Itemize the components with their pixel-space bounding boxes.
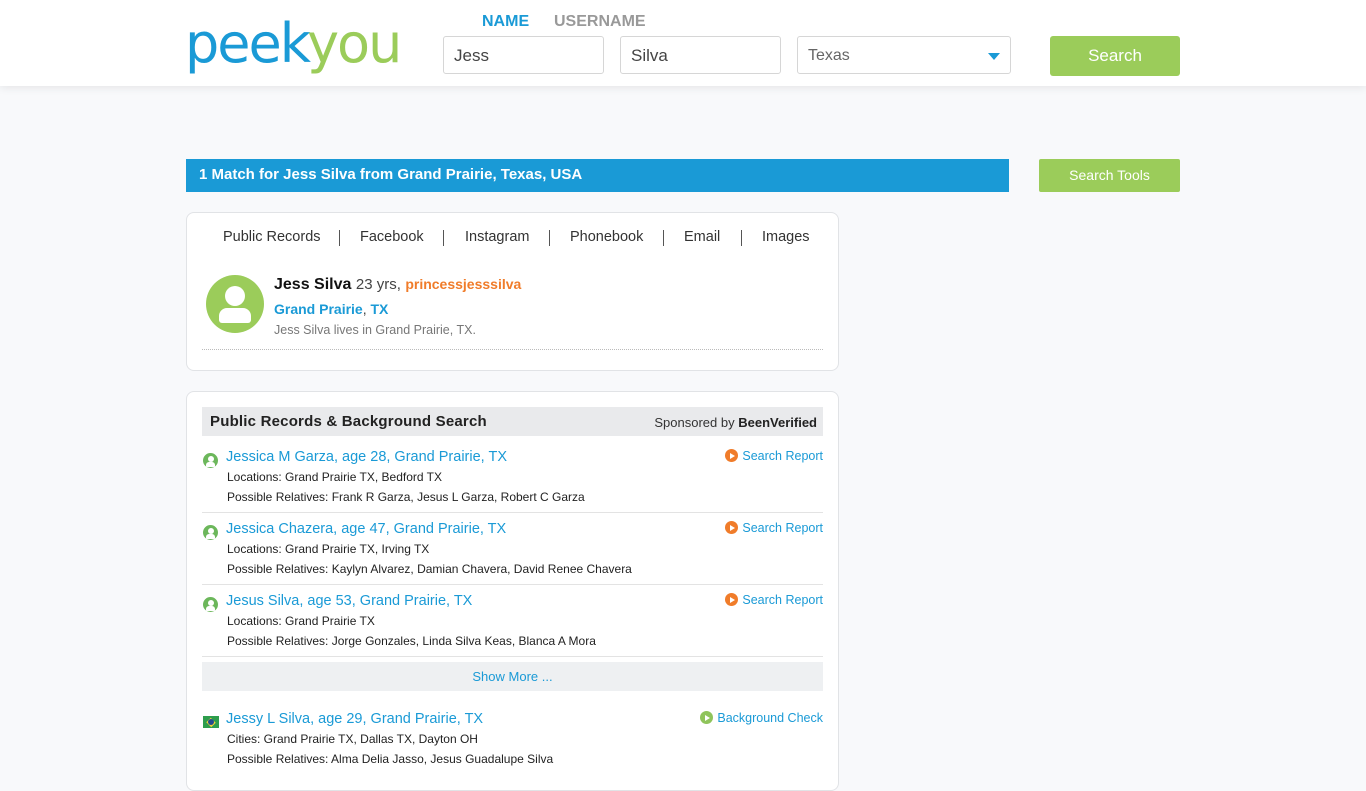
profile-city[interactable]: Grand Prairie xyxy=(274,301,363,317)
record-title[interactable]: Jessica Chazera, age 47, Grand Prairie, … xyxy=(226,521,506,537)
search-report-label: Search Report xyxy=(742,449,823,463)
nav-divider xyxy=(339,230,340,246)
search-tools-button[interactable]: Search Tools xyxy=(1039,159,1180,192)
record-relatives: Possible Relatives: Alma Delia Jasso, Je… xyxy=(227,752,554,766)
play-icon xyxy=(725,521,739,534)
match-heading: 1 Match for Jess Silva from Grand Prairi… xyxy=(186,159,1009,192)
profile-age: 23 yrs, xyxy=(355,276,401,293)
nav-divider xyxy=(443,230,444,246)
divider xyxy=(202,349,823,350)
location-comma: , xyxy=(362,301,367,317)
profile-card: Public Records Facebook Instagram Phoneb… xyxy=(186,212,839,371)
profile-name-line: Jess Silva 23 yrs, princessjesssilva xyxy=(274,276,521,294)
record-title[interactable]: Jesus Silva, age 53, Grand Prairie, TX xyxy=(226,593,472,609)
logo-text-you: you xyxy=(307,12,402,75)
nav-email[interactable]: Email xyxy=(684,229,720,245)
last-name-input[interactable]: Silva xyxy=(620,36,781,74)
play-icon xyxy=(725,593,739,606)
nav-facebook[interactable]: Facebook xyxy=(360,229,424,245)
nav-public-records[interactable]: Public Records xyxy=(223,229,321,245)
nav-divider xyxy=(549,230,550,246)
logo-text-peek: peek xyxy=(185,12,309,75)
nav-phonebook[interactable]: Phonebook xyxy=(570,229,643,245)
show-more-button[interactable]: Show More ... xyxy=(202,662,823,691)
background-check-label: Background Check xyxy=(717,711,823,725)
divider xyxy=(202,656,823,657)
search-report-label: Search Report xyxy=(742,593,823,607)
first-name-input[interactable]: Jess xyxy=(443,36,604,74)
search-report-link[interactable]: Search Report xyxy=(725,449,823,463)
divider xyxy=(202,584,823,585)
record-cities: Cities: Grand Prairie TX, Dallas TX, Day… xyxy=(227,732,478,746)
play-icon xyxy=(700,711,714,724)
record-relatives: Possible Relatives: Frank R Garza, Jesus… xyxy=(227,490,585,504)
profile-location[interactable]: Grand Prairie, TX xyxy=(274,301,388,317)
record-locations: Locations: Grand Prairie TX, Irving TX xyxy=(227,542,430,556)
profile-name[interactable]: Jess Silva xyxy=(274,276,351,293)
nav-images[interactable]: Images xyxy=(762,229,810,245)
background-check-link[interactable]: Background Check xyxy=(700,711,823,725)
person-icon xyxy=(203,597,218,612)
record-title[interactable]: Jessica M Garza, age 28, Grand Prairie, … xyxy=(226,449,507,465)
sponsor-name: BeenVerified xyxy=(738,415,817,430)
site-header: peekyou NAME USERNAME Jess Silva Texas S… xyxy=(0,0,1366,86)
profile-state[interactable]: TX xyxy=(370,301,388,317)
record-title[interactable]: Jessy L Silva, age 29, Grand Prairie, TX xyxy=(226,711,483,727)
play-icon xyxy=(725,449,739,462)
chevron-down-icon xyxy=(988,53,1000,60)
record-relatives: Possible Relatives: Jorge Gonzales, Lind… xyxy=(227,634,596,648)
tab-name[interactable]: NAME xyxy=(482,13,529,31)
avatar-icon[interactable] xyxy=(206,275,264,333)
nav-instagram[interactable]: Instagram xyxy=(465,229,529,245)
record-relatives: Possible Relatives: Kaylyn Alvarez, Dami… xyxy=(227,562,632,576)
public-records-header: Public Records & Background Search Spons… xyxy=(202,407,823,436)
search-report-link[interactable]: Search Report xyxy=(725,593,823,607)
public-records-title: Public Records & Background Search xyxy=(210,413,487,430)
tab-username[interactable]: USERNAME xyxy=(554,13,646,31)
search-report-label: Search Report xyxy=(742,521,823,535)
profile-nav: Public Records Facebook Instagram Phoneb… xyxy=(187,228,838,248)
profile-description: Jess Silva lives in Grand Prairie, TX. xyxy=(274,323,476,337)
person-icon xyxy=(203,453,218,468)
peekyou-logo[interactable]: peekyou xyxy=(185,12,402,75)
person-icon xyxy=(203,525,218,540)
search-report-link[interactable]: Search Report xyxy=(725,521,823,535)
nav-divider xyxy=(663,230,664,246)
record-locations: Locations: Grand Prairie TX, Bedford TX xyxy=(227,470,442,484)
sponsored-by: Sponsored by BeenVerified xyxy=(654,415,817,430)
profile-username[interactable]: princessjesssilva xyxy=(405,276,521,292)
public-records-card: Public Records & Background Search Spons… xyxy=(186,391,839,791)
nav-divider xyxy=(741,230,742,246)
sponsored-prefix: Sponsored by xyxy=(654,415,735,430)
state-select-value: Texas xyxy=(808,47,850,64)
state-select[interactable]: Texas xyxy=(797,36,1011,74)
flag-icon xyxy=(203,716,219,728)
divider xyxy=(202,512,823,513)
record-locations: Locations: Grand Prairie TX xyxy=(227,614,375,628)
search-button[interactable]: Search xyxy=(1050,36,1180,76)
